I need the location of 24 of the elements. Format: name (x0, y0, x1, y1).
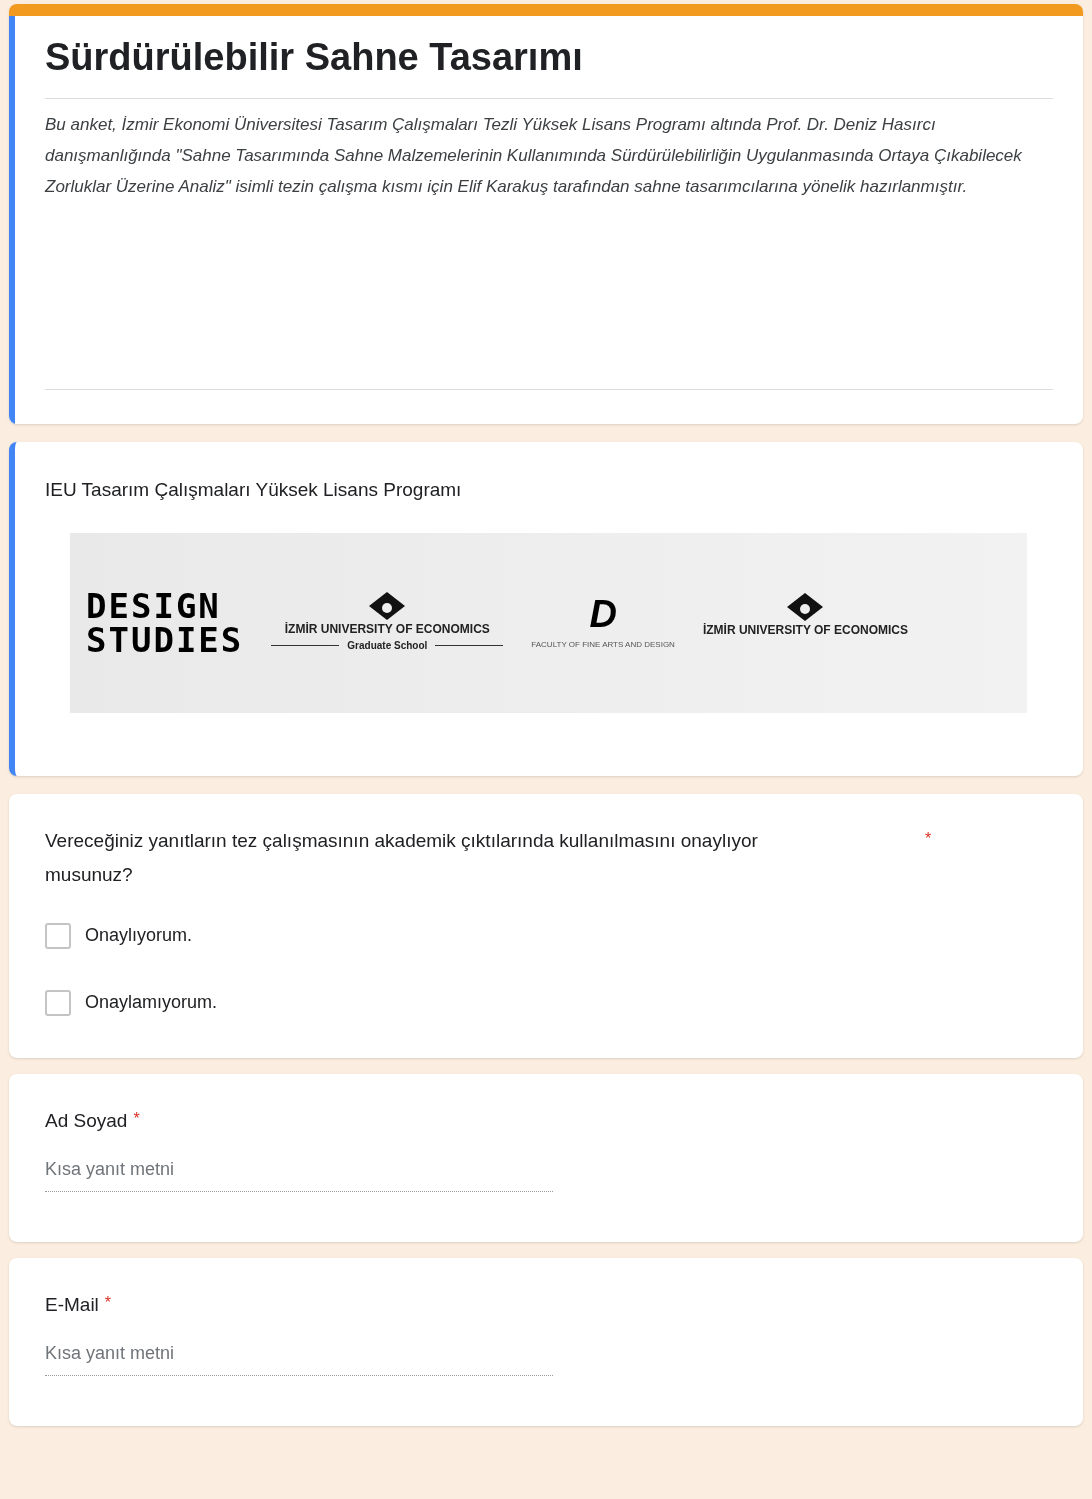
diamond-logo-icon (369, 592, 406, 620)
form-description: Bu anket, İzmir Ekonomi Üniversitesi Tasarım Çalışmaları Tezli Yüksek Lisans Programı altında Prof. Dr. Deniz Hasırcı danışmanlığında "Sahne Tasarımında Sahne Malzemelerinin Kullanımında Sürdürülebilirliğin Uygulanmasında Ortaya Çıkabilecek Zorluklar Üzerine Analiz" isimli tezin çalışma kısmı için Elif Karakuş tarafından sahne tasarımcılarına yönelik hazırlanmıştır. (45, 113, 1023, 198)
question-title: Ad Soyad (45, 1109, 128, 1133)
question-title: E-Mail (45, 1293, 99, 1317)
checkbox[interactable] (45, 922, 71, 949)
logo-text: İZMİR UNIVERSITY OF ECONOMICS (284, 621, 490, 638)
input-field[interactable]: Kısa yanıt metni (45, 1156, 553, 1192)
input-field[interactable]: Kısa yanıt metni (45, 1340, 553, 1376)
logo-letter: D (589, 594, 617, 633)
checkbox[interactable] (45, 989, 71, 1016)
question-title: Vereceğiniz yanıtların tez çalışmasının akademik çıktılarında kullanılmasını onaylıyor musunuz? (45, 829, 759, 887)
required-mark: * (925, 829, 932, 849)
required-mark: * (104, 1293, 112, 1313)
option-label: Onaylıyorum. (85, 924, 193, 947)
form-title: Sürdürülebilir Sahne Tasarımı (45, 35, 584, 80)
required-mark: * (133, 1109, 140, 1129)
logo-text: Graduate School (347, 639, 428, 653)
logo-text: STUDIES (86, 622, 244, 657)
logo-text: FACULTY OF FINE ARTS AND DESIGN (531, 638, 675, 651)
section-title: IEU Tasarım Çalışmaları Yüksek Lisans Programı (45, 478, 463, 502)
diamond-logo-icon (787, 592, 824, 621)
logo-text: İZMİR UNIVERSITY OF ECONOMICS (702, 621, 909, 639)
option-label: Onaylamıyorum. (85, 991, 218, 1014)
logo-text: DESIGN (86, 588, 222, 623)
